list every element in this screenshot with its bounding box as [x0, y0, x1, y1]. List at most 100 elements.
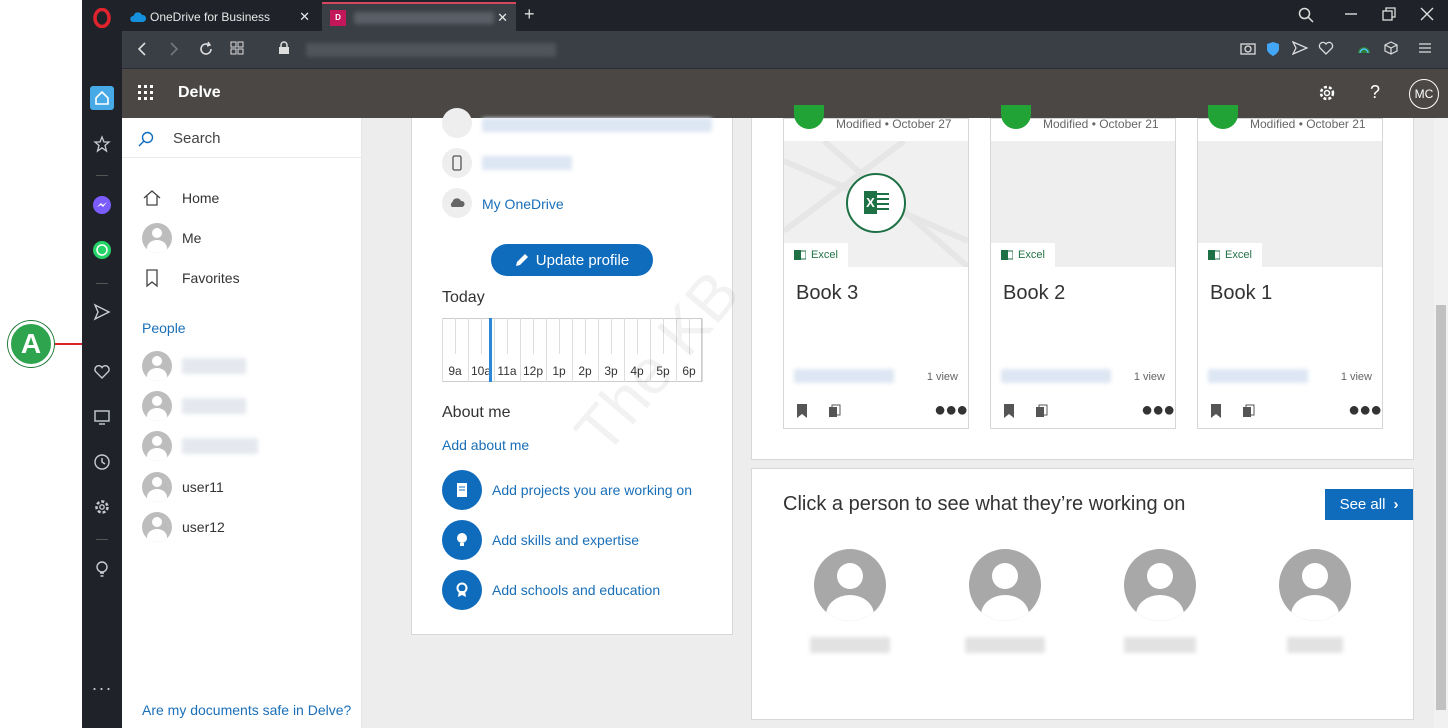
more-options-icon[interactable]: ●●● [934, 399, 968, 422]
document-card[interactable]: Modified • October 27 X Excel Book 3 1 v… [783, 105, 969, 429]
bookmark-icon[interactable] [1003, 403, 1015, 419]
send-icon[interactable] [90, 300, 114, 324]
bookmark-icon[interactable] [1210, 403, 1222, 419]
tab-delve[interactable]: D ✕ [322, 2, 516, 31]
update-profile-button[interactable]: Update profile [491, 244, 653, 276]
copy-icon[interactable] [828, 404, 842, 418]
extension-icon[interactable] [1356, 41, 1372, 59]
onedrive-cloud-icon [130, 11, 146, 22]
tiles-icon[interactable] [230, 41, 244, 59]
history-icon[interactable] [90, 450, 114, 474]
nav-me[interactable]: Me [142, 223, 201, 253]
add-projects-action[interactable]: Add projects you are working on [442, 470, 692, 510]
heart-icon[interactable] [90, 360, 114, 384]
add-skills-action[interactable]: Add skills and expertise [442, 520, 639, 560]
new-tab-button[interactable]: + [524, 4, 535, 25]
update-profile-label: Update profile [535, 251, 630, 269]
copy-icon[interactable] [1242, 404, 1256, 418]
contact-icon [442, 108, 472, 138]
add-schools-action[interactable]: Add schools and education [442, 570, 660, 610]
search-icon [138, 131, 154, 147]
close-tab-icon[interactable]: ✕ [299, 9, 310, 25]
timeline-hour-label: 6p [682, 364, 696, 378]
see-all-label: See all [1339, 496, 1386, 513]
person-avatar [142, 472, 172, 502]
add-about-link[interactable]: Add about me [442, 437, 529, 453]
timeline-gridline [663, 318, 664, 354]
scrollbar-thumb[interactable] [1436, 305, 1446, 710]
activity-badge [794, 105, 824, 129]
tab-onedrive[interactable]: OneDrive for Business ✕ [122, 2, 318, 31]
settings-icon[interactable] [90, 495, 114, 519]
app-launcher-icon[interactable] [138, 85, 154, 106]
person-item[interactable]: user12 [142, 512, 225, 542]
tab-label: OneDrive for Business [150, 9, 271, 24]
document-name[interactable]: Book 2 [1003, 282, 1065, 305]
back-icon[interactable] [136, 41, 148, 61]
reload-icon[interactable] [198, 41, 214, 61]
bookmark-heart-icon[interactable] [1318, 41, 1334, 59]
person-item[interactable] [142, 391, 246, 421]
person-item[interactable] [142, 431, 258, 461]
timeline-gridline [533, 318, 534, 354]
home-icon[interactable] [90, 86, 114, 110]
settings-gear-icon[interactable] [1318, 84, 1336, 107]
opera-sidebar: ··· [82, 0, 122, 728]
person-avatar [142, 431, 172, 461]
restore-icon[interactable] [1382, 7, 1396, 26]
more-icon[interactable]: ··· [90, 676, 114, 700]
person-avatar[interactable] [969, 549, 1041, 621]
forward-icon[interactable] [168, 41, 180, 61]
messenger-icon[interactable] [90, 193, 114, 217]
timeline-hour-label: 1p [552, 364, 566, 378]
file-type-label: Excel [1225, 249, 1252, 261]
close-window-icon[interactable] [1420, 7, 1434, 26]
more-options-icon[interactable]: ●●● [1348, 399, 1382, 422]
person-avatar[interactable] [814, 549, 886, 621]
nav-home[interactable]: Home [142, 188, 219, 208]
person-item[interactable] [142, 351, 246, 381]
person-avatar [142, 351, 172, 381]
search-tabs-icon[interactable] [1298, 7, 1314, 28]
document-card[interactable]: Modified • October 21 Excel Book 2 1 vie… [990, 105, 1176, 429]
person-avatar[interactable] [1124, 549, 1196, 621]
people-heading: People [142, 320, 186, 336]
lightbulb-icon[interactable] [90, 557, 114, 581]
timeline-gridline [481, 318, 482, 354]
onedrive-link[interactable]: My OneDrive [482, 196, 564, 212]
bookmark-icon[interactable] [796, 403, 808, 419]
document-card[interactable]: Modified • October 21 Excel Book 1 1 vie… [1197, 105, 1383, 429]
nav-favorites[interactable]: Favorites [142, 268, 240, 288]
vpn-shield-icon[interactable] [1266, 41, 1280, 61]
easy-setup-icon[interactable] [1418, 41, 1432, 59]
more-options-icon[interactable]: ●●● [1141, 399, 1175, 422]
nav-home-label: Home [182, 190, 220, 206]
camera-icon[interactable] [1240, 41, 1256, 59]
tabs-icon[interactable] [90, 405, 114, 429]
document-views: 1 view [1340, 371, 1372, 383]
current-time-marker [489, 318, 492, 382]
see-all-button[interactable]: See all › [1325, 489, 1413, 520]
search-box[interactable]: Search [122, 118, 361, 158]
person-item[interactable]: user11 [142, 472, 224, 502]
contact-value-blurred [482, 118, 712, 132]
document-name[interactable]: Book 1 [1210, 282, 1272, 305]
timeline-hour-label: 2p [578, 364, 592, 378]
speed-dial-icon[interactable] [90, 132, 114, 156]
phone-value-blurred [482, 156, 572, 170]
user-avatar[interactable]: MC [1409, 79, 1439, 109]
app-title[interactable]: Delve [178, 84, 221, 102]
help-icon[interactable]: ? [1370, 82, 1380, 103]
docs-safe-link[interactable]: Are my documents safe in Delve? [142, 702, 351, 718]
send-page-icon[interactable] [1291, 40, 1309, 59]
opera-logo-icon[interactable] [90, 6, 114, 30]
cube-icon[interactable] [1384, 41, 1398, 59]
whatsapp-icon[interactable] [90, 238, 114, 262]
close-tab-icon[interactable]: ✕ [497, 10, 508, 26]
minimize-icon[interactable] [1344, 7, 1358, 26]
url-input[interactable] [306, 43, 556, 57]
person-avatar[interactable] [1279, 549, 1351, 621]
document-name[interactable]: Book 3 [796, 282, 858, 305]
lock-icon[interactable] [278, 41, 290, 59]
copy-icon[interactable] [1035, 404, 1049, 418]
